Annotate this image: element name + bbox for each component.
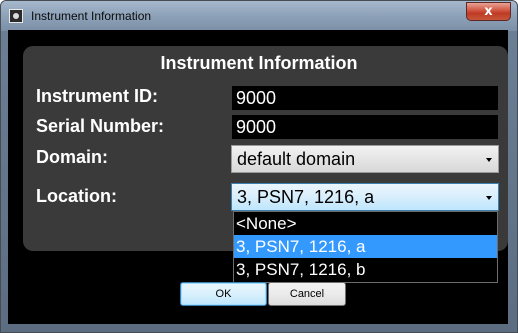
location-option[interactable]: 3, PSN7, 1216, b: [234, 258, 497, 281]
ok-button[interactable]: OK: [180, 282, 267, 306]
cancel-button[interactable]: Cancel: [268, 282, 346, 306]
window-title: Instrument Information: [31, 9, 152, 23]
domain-select[interactable]: default domain: [231, 145, 499, 173]
close-button[interactable]: x: [466, 2, 511, 21]
location-option[interactable]: <None>: [234, 212, 497, 235]
serial-number-field[interactable]: 9000: [232, 115, 498, 139]
location-option-selected[interactable]: 3, PSN7, 1216, a: [234, 235, 497, 258]
instrument-id-label: Instrument ID:: [36, 86, 159, 106]
title-bar[interactable]: Instrument Information x: [1, 1, 517, 31]
section-heading: Instrument Information: [160, 53, 358, 73]
gear-icon[interactable]: [9, 9, 23, 23]
chevron-down-icon: [486, 158, 492, 162]
chevron-down-icon: [486, 196, 492, 200]
location-label: Location:: [36, 186, 117, 206]
location-select[interactable]: 3, PSN7, 1216, a: [231, 183, 499, 211]
serial-number-label: Serial Number:: [36, 116, 165, 136]
location-dropdown-list: <None> 3, PSN7, 1216, a 3, PSN7, 1216, b: [233, 211, 498, 283]
domain-label: Domain:: [36, 147, 108, 167]
domain-select-value: default domain: [237, 149, 356, 169]
location-select-value: 3, PSN7, 1216, a: [237, 187, 375, 207]
close-icon: x: [484, 4, 493, 19]
instrument-id-field[interactable]: 9000: [232, 86, 498, 110]
